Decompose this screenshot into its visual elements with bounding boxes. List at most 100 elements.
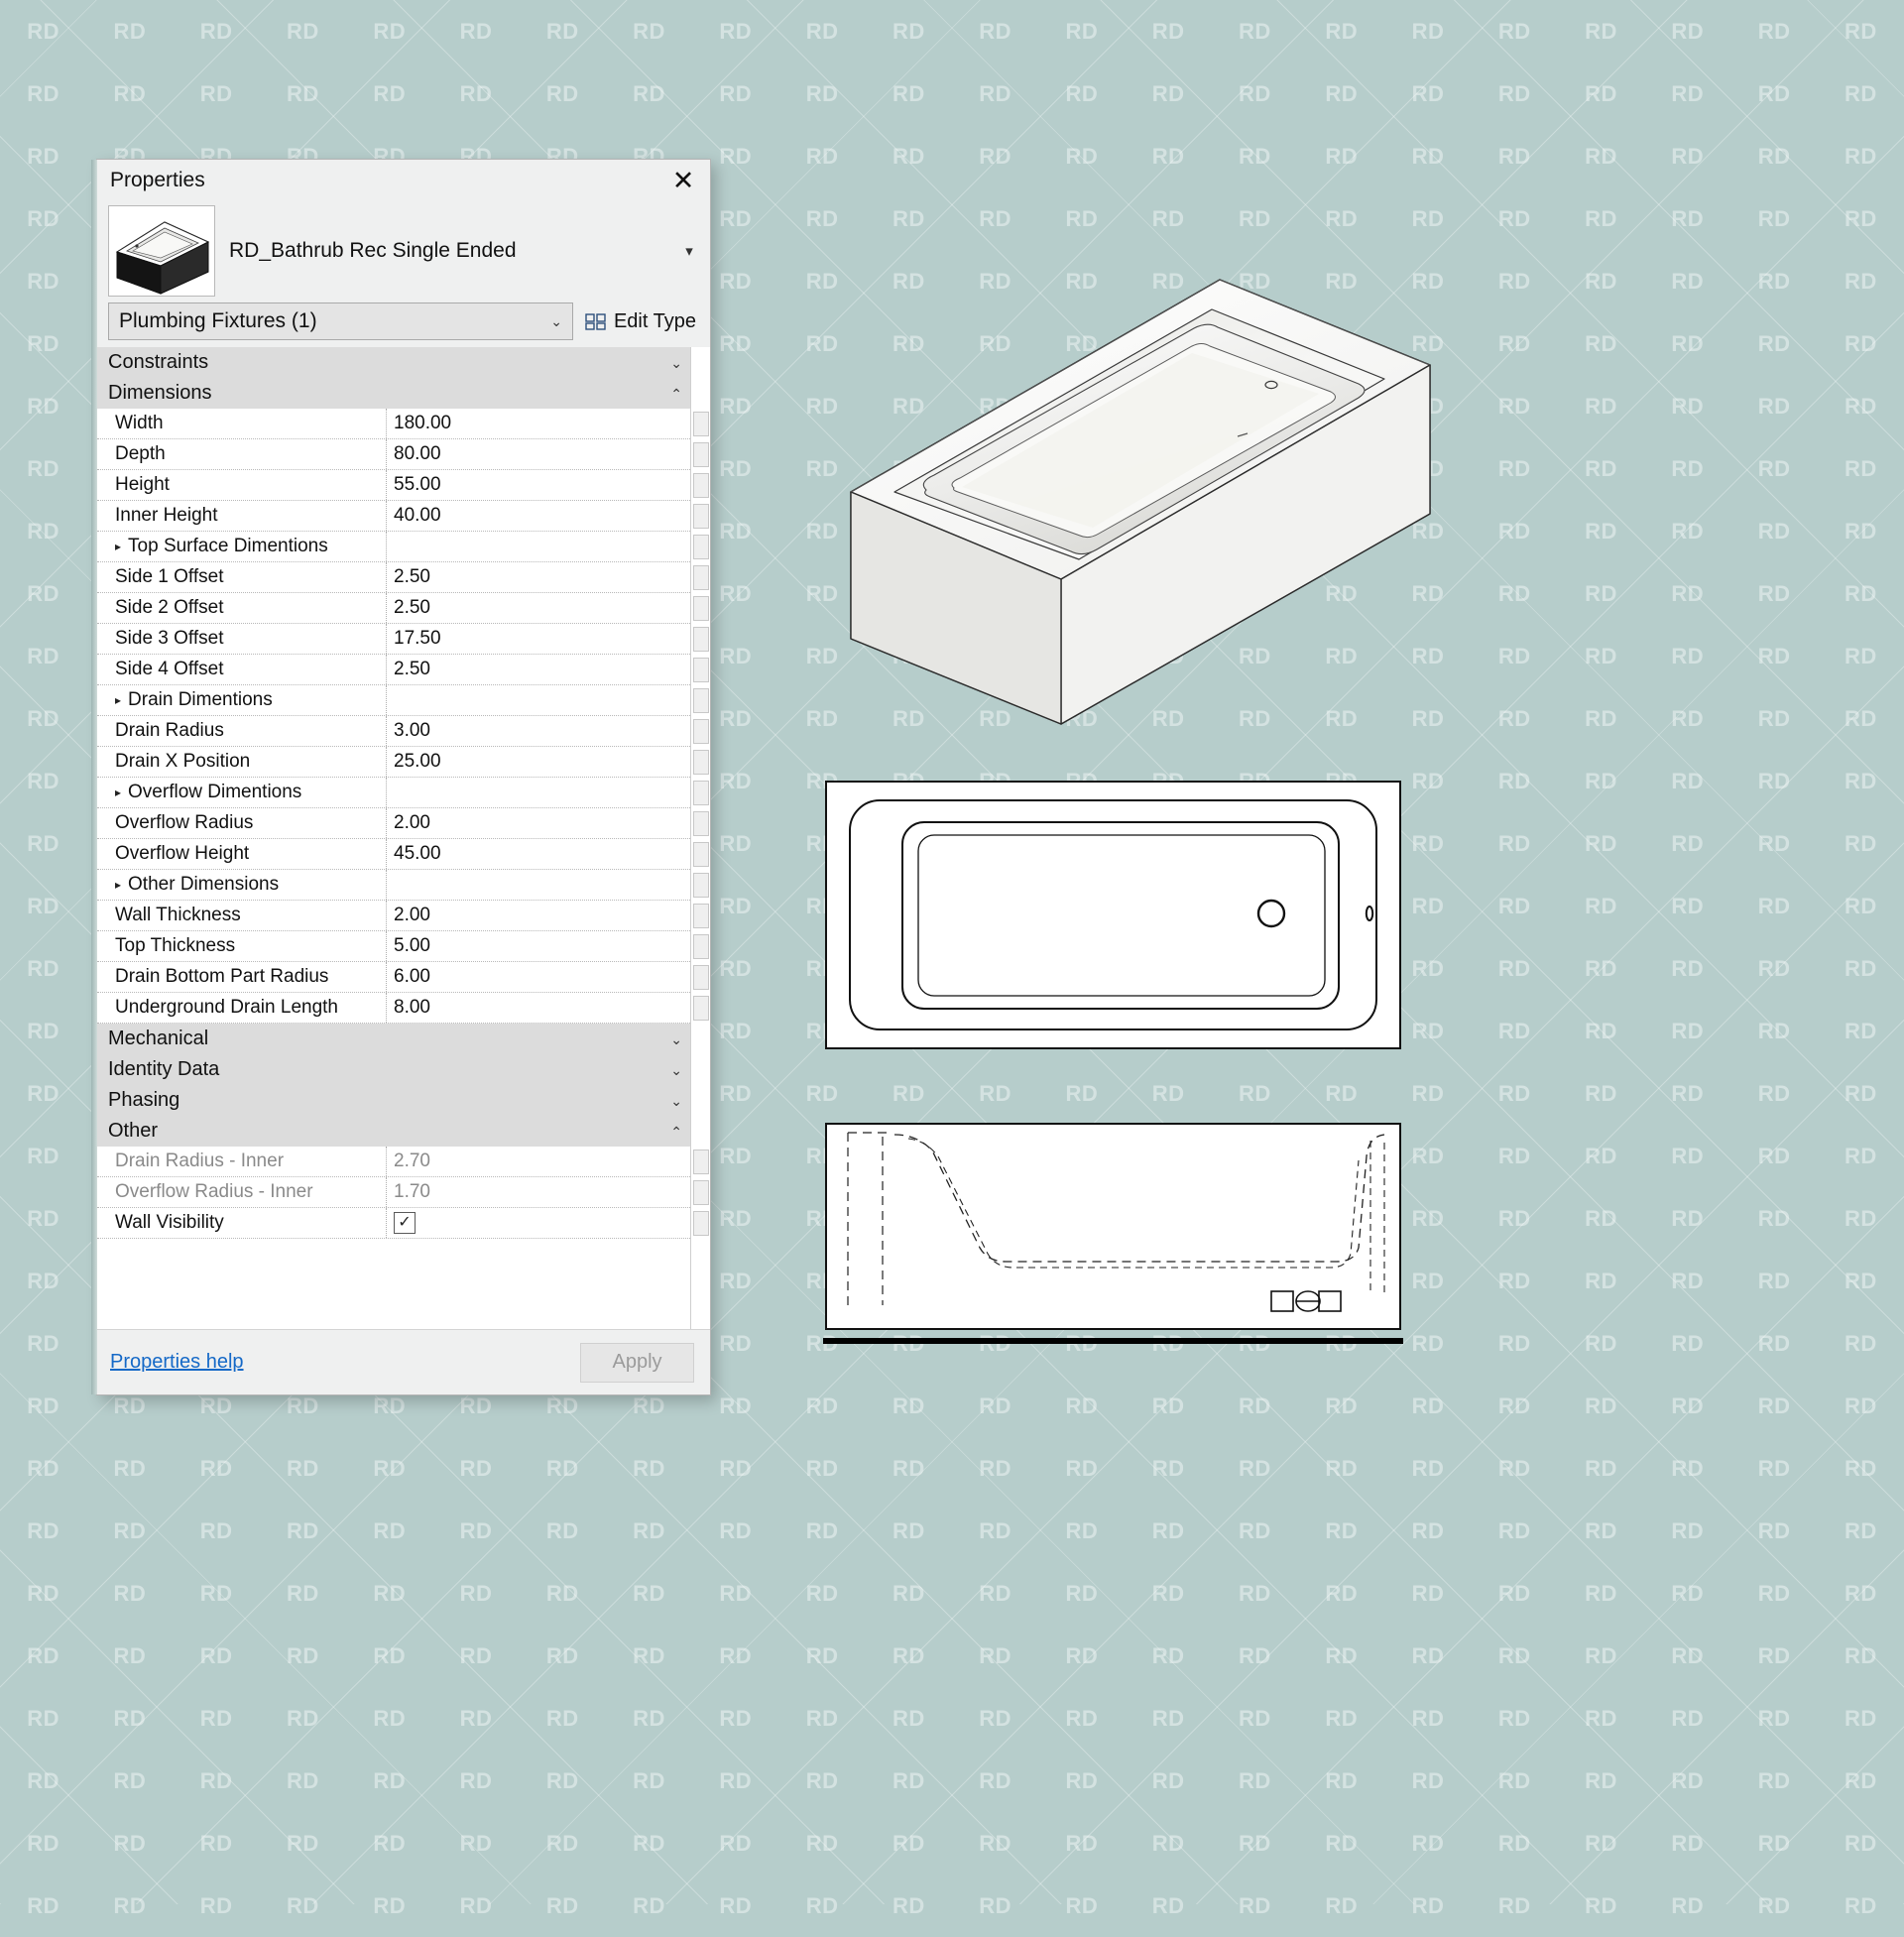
property-row[interactable]: ▸ Drain Dimentions	[97, 685, 690, 716]
property-value[interactable]: 40.00	[387, 501, 690, 531]
value-spinner[interactable]	[693, 1150, 709, 1174]
property-row[interactable]: Wall Thickness 2.00	[97, 901, 690, 931]
property-value[interactable]: 2.50	[387, 593, 690, 623]
property-row[interactable]: ▸ Top Surface Dimentions	[97, 532, 690, 562]
property-row[interactable]: ▸ Overflow Dimentions	[97, 778, 690, 808]
property-row[interactable]: Top Thickness 5.00	[97, 931, 690, 962]
value-spinner[interactable]	[693, 565, 709, 590]
value-spinner[interactable]	[693, 627, 709, 652]
property-row[interactable]: Depth 80.00	[97, 439, 690, 470]
property-value[interactable]: ✓	[387, 1208, 690, 1238]
property-row[interactable]: Drain X Position 25.00	[97, 747, 690, 778]
value-spinner[interactable]	[693, 596, 709, 621]
elevation-view	[823, 1123, 1403, 1344]
value-spinner[interactable]	[693, 688, 709, 713]
property-label-text: Drain Bottom Part Radius	[115, 966, 329, 987]
property-grid[interactable]: Constraints ⌄ Dimensions ⌃ Width 180.00 De…	[97, 347, 710, 1329]
value-spinner[interactable]	[693, 1180, 709, 1205]
property-label: ▸ Drain Dimentions	[97, 685, 387, 715]
property-row[interactable]: Wall Visibility ✓	[97, 1208, 690, 1239]
value-spinner[interactable]	[693, 934, 709, 959]
property-row[interactable]: Underground Drain Length 8.00	[97, 993, 690, 1024]
property-label: Underground Drain Length	[97, 993, 387, 1023]
value-spinner[interactable]	[693, 473, 709, 498]
property-value[interactable]: 6.00	[387, 962, 690, 992]
property-label: Drain Radius - Inner	[97, 1147, 387, 1176]
value-scroll-column[interactable]	[690, 347, 710, 1329]
property-label-text: Top Surface Dimentions	[128, 536, 328, 556]
properties-help-link[interactable]: Properties help	[110, 1351, 244, 1374]
property-row[interactable]: Overflow Height 45.00	[97, 839, 690, 870]
group-header-constraints[interactable]: Constraints ⌄	[97, 347, 690, 378]
value-spinner[interactable]	[693, 904, 709, 928]
group-header-other[interactable]: Other ⌃	[97, 1116, 690, 1147]
expand-triangle-icon[interactable]: ▸	[115, 786, 121, 799]
value-spinner[interactable]	[693, 811, 709, 836]
expand-triangle-icon[interactable]: ▸	[115, 693, 121, 707]
palette-title: Properties	[110, 169, 205, 191]
properties-palette[interactable]: Properties ✕ RD_Bathrub Rec Single Ended…	[91, 159, 711, 1395]
apply-button[interactable]: Apply	[580, 1342, 694, 1383]
value-spinner[interactable]	[693, 996, 709, 1021]
value-spinner[interactable]	[693, 1211, 709, 1236]
property-value[interactable]	[387, 532, 690, 561]
property-row[interactable]: Side 4 Offset 2.50	[97, 655, 690, 685]
wall-visibility-checkbox[interactable]: ✓	[394, 1212, 416, 1234]
property-value[interactable]: 17.50	[387, 624, 690, 654]
property-value[interactable]: 2.00	[387, 808, 690, 838]
property-value[interactable]: 3.00	[387, 716, 690, 746]
property-label: Wall Visibility	[97, 1208, 387, 1238]
property-row[interactable]: Height 55.00	[97, 470, 690, 501]
value-spinner[interactable]	[693, 750, 709, 775]
expand-triangle-icon[interactable]: ▸	[115, 878, 121, 892]
property-value[interactable]: 55.00	[387, 470, 690, 500]
property-row[interactable]: Inner Height 40.00	[97, 501, 690, 532]
other-rows: Drain Radius - Inner 2.70 Overflow Radius …	[97, 1147, 690, 1239]
property-value[interactable]: 5.00	[387, 931, 690, 961]
palette-titlebar: Properties ✕	[97, 160, 710, 201]
property-value[interactable]	[387, 870, 690, 900]
value-spinner[interactable]	[693, 504, 709, 529]
group-header-mechanical[interactable]: Mechanical ⌄	[97, 1024, 690, 1054]
property-row[interactable]: Side 2 Offset 2.50	[97, 593, 690, 624]
value-spinner[interactable]	[693, 442, 709, 467]
value-spinner[interactable]	[693, 781, 709, 805]
chevron-down-icon: ⌄	[550, 312, 562, 329]
property-row[interactable]: Side 3 Offset 17.50	[97, 624, 690, 655]
property-row[interactable]: Drain Bottom Part Radius 6.00	[97, 962, 690, 993]
property-row[interactable]: Side 1 Offset 2.50	[97, 562, 690, 593]
edit-type-button[interactable]: Edit Type	[585, 310, 700, 333]
property-value[interactable]	[387, 685, 690, 715]
chevron-down-icon[interactable]: ▾	[678, 242, 700, 260]
property-label-text: Overflow Radius	[115, 812, 254, 833]
value-spinner[interactable]	[693, 842, 709, 867]
property-value[interactable]: 2.50	[387, 562, 690, 592]
group-header-identity-data[interactable]: Identity Data ⌄	[97, 1054, 690, 1085]
property-row[interactable]: ▸ Other Dimensions	[97, 870, 690, 901]
category-selector[interactable]: Plumbing Fixtures (1) ⌄	[108, 303, 573, 340]
chevron-down-icon: ⌄	[670, 1061, 682, 1078]
property-row[interactable]: Drain Radius 3.00	[97, 716, 690, 747]
property-value[interactable]: 8.00	[387, 993, 690, 1023]
value-spinner[interactable]	[693, 412, 709, 436]
value-spinner[interactable]	[693, 658, 709, 682]
value-spinner[interactable]	[693, 965, 709, 990]
property-value[interactable]: 45.00	[387, 839, 690, 869]
property-value[interactable]	[387, 778, 690, 807]
group-header-phasing[interactable]: Phasing ⌄	[97, 1085, 690, 1116]
value-spinner[interactable]	[693, 535, 709, 559]
property-row[interactable]: Overflow Radius 2.00	[97, 808, 690, 839]
value-spinner[interactable]	[693, 873, 709, 898]
property-value[interactable]: 2.00	[387, 901, 690, 930]
property-value[interactable]: 180.00	[387, 409, 690, 438]
property-row[interactable]: Width 180.00	[97, 409, 690, 439]
property-value[interactable]: 2.50	[387, 655, 690, 684]
close-icon[interactable]: ✕	[668, 166, 698, 195]
value-spinner[interactable]	[693, 719, 709, 744]
property-label-text: Height	[115, 474, 170, 495]
expand-triangle-icon[interactable]: ▸	[115, 540, 121, 553]
property-value[interactable]: 25.00	[387, 747, 690, 777]
chevron-up-icon: ⌃	[670, 1123, 682, 1140]
property-value[interactable]: 80.00	[387, 439, 690, 469]
group-header-dimensions[interactable]: Dimensions ⌃	[97, 378, 690, 409]
